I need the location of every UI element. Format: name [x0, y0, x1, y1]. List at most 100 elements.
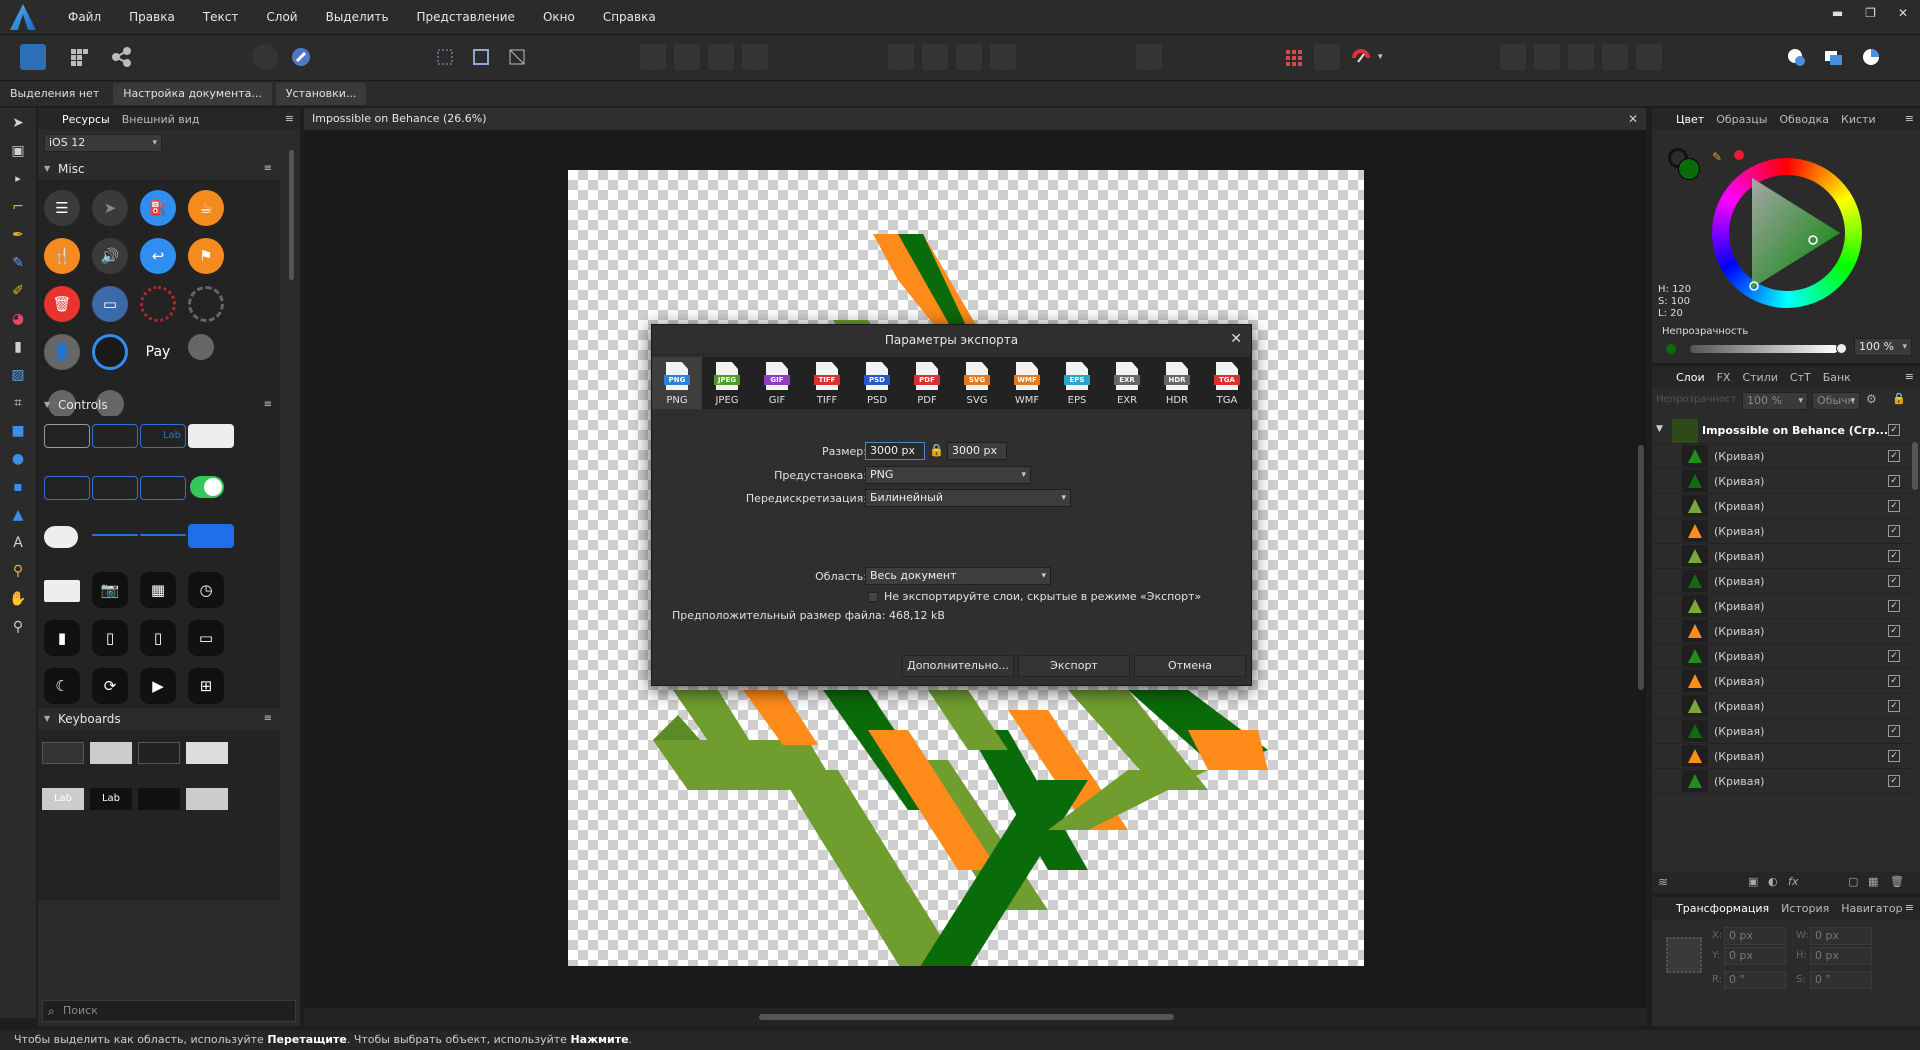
x-input[interactable]: 0 px — [1724, 927, 1786, 945]
arrange-backward-icon[interactable] — [674, 44, 700, 70]
ellipse-tool-icon[interactable]: ● — [9, 450, 27, 468]
location-arrow-icon[interactable]: ➤ — [92, 190, 128, 226]
document-setup-button[interactable]: Настройка документа... — [113, 82, 272, 105]
shear-input[interactable]: 0 ° — [1810, 971, 1872, 989]
zoom-tool-icon[interactable]: ⚲ — [9, 618, 27, 636]
preferences-button[interactable]: Установки... — [275, 82, 367, 105]
artboard-tool-icon[interactable]: ▣ — [9, 142, 27, 160]
hidden-layers-checkbox[interactable] — [868, 592, 878, 602]
snapping-magnet-icon[interactable] — [1348, 44, 1374, 70]
color-mode-icon[interactable] — [1858, 44, 1884, 70]
place-image-icon[interactable]: ▨ — [9, 366, 27, 384]
area-select[interactable]: Весь документ — [865, 567, 1051, 585]
delete-layer-icon[interactable]: 🗑 — [1890, 875, 1904, 888]
menu-edit[interactable]: Правка — [115, 0, 189, 34]
format-png[interactable]: PNG PNG — [652, 357, 702, 409]
tab-swatches[interactable]: Образцы — [1710, 113, 1773, 126]
tab-color[interactable]: Цвет — [1670, 113, 1710, 126]
layer-row[interactable]: (Кривая) ✓ — [1652, 669, 1914, 694]
slider-control[interactable] — [92, 534, 138, 536]
volume-slider-icon[interactable]: ▯ — [140, 620, 176, 656]
preset-select[interactable]: PNG — [865, 466, 1031, 484]
list-icon[interactable]: ☰ — [44, 190, 80, 226]
music-player-icon[interactable]: ▶ — [140, 668, 176, 704]
keyboard-popup-light[interactable]: Lab — [42, 788, 84, 810]
cancel-button[interactable]: Отмена — [1134, 655, 1246, 677]
layer-row[interactable]: (Кривая) ✓ — [1652, 619, 1914, 644]
archive-icon[interactable]: ▭ — [92, 286, 128, 322]
rectangle-tool-icon[interactable]: ■ — [9, 422, 27, 440]
keyboard-dark2[interactable] — [138, 742, 180, 764]
vertical-scrollbar[interactable] — [1636, 130, 1646, 1008]
format-eps[interactable]: EPS EPS — [1052, 357, 1102, 409]
format-tga[interactable]: TGA TGA — [1202, 357, 1252, 409]
layer-row[interactable]: (Кривая) ✓ — [1652, 719, 1914, 744]
section-misc[interactable]: ▼ Misc ≡ — [38, 158, 280, 180]
trash-icon[interactable]: 🗑 — [44, 286, 80, 322]
visibility-checkbox[interactable]: ✓ — [1888, 775, 1900, 787]
add-layer-icon[interactable]: ▢ — [1848, 875, 1858, 888]
tab-navigator[interactable]: Навигатор — [1835, 902, 1908, 915]
node-tool-icon[interactable]: ▸ — [9, 170, 27, 188]
close-document-icon[interactable]: ✕ — [1628, 108, 1638, 130]
tab-styles[interactable]: Стили — [1736, 371, 1783, 384]
panel-menu-icon[interactable]: ≡ — [1905, 901, 1914, 914]
visibility-checkbox[interactable]: ✓ — [1888, 675, 1900, 687]
visibility-checkbox[interactable]: ✓ — [1888, 575, 1900, 587]
snap-geometry-icon[interactable] — [468, 44, 494, 70]
visibility-checkbox[interactable]: ✓ — [1888, 725, 1900, 737]
calculator-icon[interactable]: ▦ — [140, 572, 176, 608]
close-window-icon[interactable]: ✕ — [1898, 6, 1908, 20]
layer-row[interactable]: (Кривая) ✓ — [1652, 569, 1914, 594]
height-input[interactable]: 3000 px — [947, 442, 1007, 460]
grid-icon[interactable] — [1280, 44, 1306, 70]
visibility-checkbox[interactable]: ✓ — [1888, 750, 1900, 762]
format-svg[interactable]: SVG SVG — [952, 357, 1002, 409]
blue-field3-control[interactable] — [140, 476, 186, 500]
section-menu-icon[interactable]: ≡ — [264, 394, 272, 416]
menu-window[interactable]: Окно — [529, 0, 589, 34]
color-wheel[interactable] — [1712, 158, 1862, 308]
moon-icon[interactable]: ☾ — [44, 668, 80, 704]
tab-transform[interactable]: Трансформация — [1670, 902, 1775, 915]
layer-opacity-input[interactable]: 100 % — [1742, 392, 1808, 410]
settings-gear-icon[interactable]: ⚙ — [1866, 392, 1877, 406]
flip-vertical-icon[interactable] — [922, 44, 948, 70]
camera-icon[interactable]: 📷 — [92, 572, 128, 608]
coffee-icon[interactable]: ☕ — [188, 190, 224, 226]
arrange-front-icon[interactable] — [742, 44, 768, 70]
screen-mirroring-icon[interactable]: ▭ — [188, 620, 224, 656]
layer-row[interactable]: (Кривая) ✓ — [1652, 519, 1914, 544]
label-field-control[interactable]: Lab — [140, 424, 186, 448]
menu-select[interactable]: Выделить — [312, 0, 403, 34]
layer-row[interactable]: (Кривая) ✓ — [1652, 494, 1914, 519]
visibility-checkbox[interactable]: ✓ — [1888, 424, 1900, 436]
section-controls[interactable]: ▼ Controls ≡ — [38, 394, 280, 416]
opacity-slider-handle[interactable] — [1836, 343, 1847, 354]
rounded-rect-tool-icon[interactable]: ▪ — [9, 478, 27, 496]
color-picker-icon[interactable] — [288, 44, 314, 70]
section-keyboards[interactable]: ▼ Keyboards ≡ — [38, 708, 280, 730]
format-gif[interactable]: GIF GIF — [752, 357, 802, 409]
tab-text-styles[interactable]: СтТ — [1784, 371, 1817, 384]
menu-view[interactable]: Представление — [403, 0, 529, 34]
visibility-checkbox[interactable]: ✓ — [1888, 525, 1900, 537]
keyboard-popup-light2[interactable] — [186, 788, 228, 810]
snap-transform-icon[interactable] — [504, 44, 530, 70]
layer-row[interactable]: (Кривая) ✓ — [1652, 644, 1914, 669]
text-field-blue-control[interactable] — [92, 424, 138, 448]
blue-button-control[interactable] — [188, 524, 234, 548]
format-wmf[interactable]: WMF WMF — [1002, 357, 1052, 409]
document-tab[interactable]: Impossible on Behance (26.6%) ✕ — [304, 108, 1646, 130]
arrange-forward-icon[interactable] — [708, 44, 734, 70]
reply-icon[interactable]: ↩ — [140, 238, 176, 274]
fingerprint-icon[interactable] — [140, 286, 176, 322]
format-pdf[interactable]: PDF PDF — [902, 357, 952, 409]
document-setup-icon[interactable] — [252, 44, 278, 70]
tab-stock[interactable]: Банк — [1817, 371, 1857, 384]
export-persona-icon[interactable] — [108, 44, 134, 70]
keyboard-light[interactable] — [90, 742, 132, 764]
tab-brushes[interactable]: Кисти — [1835, 113, 1882, 126]
flip-horizontal-icon[interactable] — [888, 44, 914, 70]
mask-icon[interactable]: ▣ — [1748, 875, 1758, 888]
